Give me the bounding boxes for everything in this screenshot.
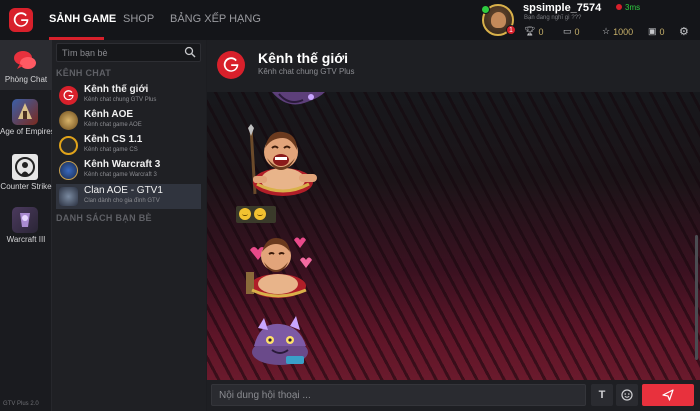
channel-description: Kênh chat game AOE — [84, 122, 142, 128]
channel-description: Kênh chat game Warcraft 3 — [84, 172, 157, 178]
nav-leaderboard[interactable]: BẢNG XẾP HẠNG — [170, 13, 261, 25]
grinning-face-emoji — [254, 208, 266, 220]
gtv-logo[interactable] — [9, 8, 33, 32]
top-bar: SẢNH GAME SHOP BẢNG XẾP HẠNG 1 spsimple_… — [0, 0, 700, 40]
channel-item-warcraft[interactable]: Kênh Warcraft 3 Kênh chat game Warcraft … — [56, 158, 201, 183]
message-input[interactable] — [219, 388, 579, 403]
search-icon[interactable] — [184, 46, 196, 58]
stat-chat: ▭ 0 — [563, 26, 580, 37]
dock-label-aoe: Age of Empires — [0, 127, 55, 136]
text-format-icon: T — [598, 389, 606, 401]
stat-star: ☆ 1000 — [602, 26, 633, 37]
ping-value: 3ms — [625, 3, 641, 12]
chat-icon: ▭ — [563, 26, 572, 36]
emoji-message[interactable] — [236, 206, 276, 223]
dock-label-cs: Counter Strike — [0, 182, 52, 191]
dock-item-warcraft[interactable]: Warcraft III — [0, 200, 52, 250]
channel-description: Kênh chat game CS — [84, 147, 138, 153]
ping-dot-icon — [616, 4, 622, 10]
status-message[interactable]: Bạn đang nghĩ gì ??? — [524, 15, 581, 21]
dock-label-chat: Phòng Chat — [4, 75, 48, 84]
nav-shop[interactable]: SHOP — [123, 13, 154, 25]
channel-avatar — [217, 51, 245, 79]
channel-name: Kênh thế giới — [84, 84, 149, 95]
gtv-logo-icon — [13, 12, 29, 27]
gear-icon[interactable]: ⚙ — [679, 25, 689, 38]
send-icon — [662, 389, 674, 401]
gtv-logo-icon — [223, 57, 239, 72]
channel-item-cs[interactable]: Kênh CS 1.1 Kênh chat game CS — [56, 133, 201, 158]
search-input[interactable] — [62, 46, 182, 60]
dock-item-aoe[interactable]: Age of Empires — [0, 92, 55, 142]
aoe-helmet-icon — [59, 111, 78, 130]
notification-badge[interactable]: 1 — [506, 25, 516, 35]
dock-item-chat[interactable]: Phòng Chat — [0, 40, 52, 90]
text-format-button[interactable]: T — [591, 384, 613, 406]
stat-chest-value: 0 — [659, 26, 665, 37]
channel-item-clan[interactable]: Clan AOE - GTV1 Clan dành cho gia đình G… — [56, 184, 201, 209]
cs-logo-icon — [59, 136, 78, 155]
version-label: GTV Plus 2.0 — [3, 401, 39, 407]
chest-icon: ▣ — [648, 26, 657, 36]
warcraft-icon — [12, 207, 38, 233]
emoji-button[interactable] — [616, 384, 638, 406]
stat-trophy-value: 0 — [538, 26, 544, 37]
channel-description: Clan dành cho gia đình GTV — [84, 198, 160, 204]
counter-strike-icon — [12, 154, 38, 180]
message-input-wrapper — [211, 384, 586, 406]
channel-item-world[interactable]: Kênh thế giới Kênh chat chung GTV Plus — [56, 83, 201, 108]
username: spsimple_7574 — [523, 2, 602, 14]
warrior-hearts-sticker[interactable] — [240, 232, 320, 300]
clan-shield-icon — [59, 187, 78, 206]
channel-name: Kênh AOE — [84, 109, 134, 120]
chat-header — [207, 40, 700, 92]
app-window: SẢNH GAME SHOP BẢNG XẾP HẠNG 1 spsimple_… — [0, 0, 700, 411]
stat-chest: ▣ 0 — [648, 26, 665, 37]
channels-heading: KÊNH CHAT — [56, 68, 112, 78]
smiley-icon — [621, 389, 633, 401]
message-scrollbar[interactable] — [695, 235, 698, 360]
warcraft-logo-icon — [59, 161, 78, 180]
channel-name: Clan AOE - GTV1 — [84, 185, 163, 196]
channel-name: Kênh Warcraft 3 — [84, 159, 161, 170]
purple-creature-sticker[interactable] — [267, 92, 327, 114]
game-dock: Phòng Chat Age of Empires Counter Strike… — [0, 40, 55, 411]
channel-name: Kênh CS 1.1 — [84, 134, 143, 145]
age-of-empires-icon — [12, 99, 38, 125]
trophy-icon: 🏆︎ — [524, 26, 536, 36]
ping-indicator: 3ms — [616, 3, 640, 12]
grinning-face-emoji — [239, 208, 251, 220]
dock-item-cs[interactable]: Counter Strike — [0, 147, 52, 197]
chat-subtitle: Kênh chat chung GTV Plus — [258, 67, 355, 76]
friends-heading: DANH SÁCH BẠN BÈ — [56, 213, 152, 223]
purple-creature-sticker[interactable] — [246, 316, 316, 368]
gtv-logo-icon — [59, 86, 78, 105]
dock-label-warcraft: Warcraft III — [6, 235, 46, 244]
avatar[interactable]: 1 — [481, 4, 517, 36]
chat-title: Kênh thế giới — [258, 50, 349, 66]
stat-chat-value: 0 — [574, 26, 580, 37]
nav-lobby[interactable]: SẢNH GAME — [49, 13, 116, 25]
warrior-laughing-sticker[interactable] — [239, 124, 321, 198]
channel-description: Kênh chat chung GTV Plus — [84, 97, 157, 103]
chat-bubble-icon — [12, 47, 38, 73]
online-indicator — [481, 5, 490, 14]
send-button[interactable] — [642, 384, 694, 406]
channel-item-aoe[interactable]: Kênh AOE Kênh chat game AOE — [56, 108, 201, 133]
stat-star-value: 1000 — [613, 26, 634, 37]
friend-search — [56, 43, 201, 62]
star-icon: ☆ — [602, 26, 611, 36]
stat-trophy: 🏆︎ 0 — [524, 26, 543, 37]
